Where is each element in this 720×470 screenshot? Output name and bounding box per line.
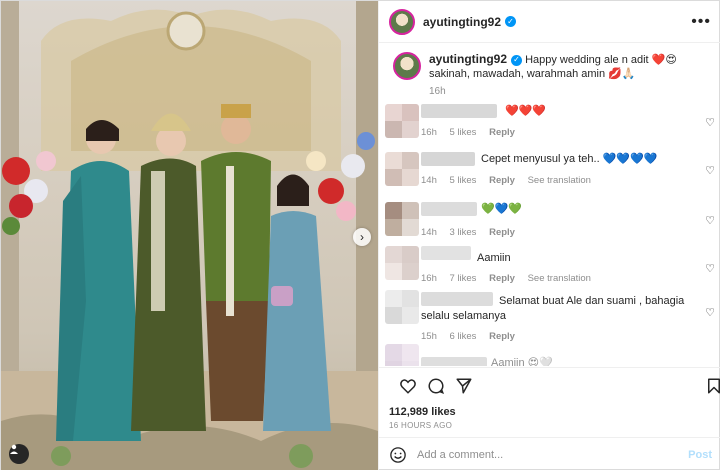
commenter-username-blurred[interactable] <box>421 246 471 260</box>
add-comment-bar: Post <box>379 437 720 470</box>
comment-meta: 14h 5 likes Reply See translation <box>421 175 601 186</box>
comment-text: Aamiin <box>477 252 511 264</box>
comments-list[interactable]: ayutingting92 ✓ Happy wedding ale n adit … <box>379 44 720 366</box>
like-comment-heart-icon[interactable]: ♡ <box>705 262 715 275</box>
comment-item: 💚💙💚 14h 3 likes Reply ♡ <box>385 202 715 242</box>
commenter-avatar-blurred[interactable] <box>385 104 419 138</box>
comment-likes[interactable]: 3 likes <box>450 227 477 238</box>
reply-button[interactable]: Reply <box>489 273 515 284</box>
comment-text: Selamat buat Ale dan suami , bahagia sel… <box>421 295 685 322</box>
author-avatar[interactable] <box>389 8 415 35</box>
commenter-username-blurred[interactable] <box>421 152 475 166</box>
comment-text: 💚💙💚 <box>481 203 523 215</box>
author-username[interactable]: ayutingting92 <box>423 15 501 29</box>
user-icon <box>10 444 18 454</box>
comment-likes[interactable]: 5 likes <box>450 127 477 138</box>
share-send-icon[interactable] <box>455 377 473 395</box>
post-header: ayutingting92 ✓ ••• <box>379 1 720 43</box>
comment-text: Aamiin 😍🤍 <box>491 357 553 366</box>
like-comment-heart-icon[interactable]: ♡ <box>705 116 715 129</box>
like-comment-heart-icon[interactable]: ♡ <box>705 214 715 227</box>
post-actions: 112,989 likes 16 HOURS AGO <box>379 367 720 437</box>
reply-button[interactable]: Reply <box>489 175 515 186</box>
see-translation-link[interactable]: See translation <box>528 175 591 186</box>
comment-text: ❤️❤️❤️ <box>505 105 547 117</box>
post-time-ago: 16 HOURS AGO <box>389 421 453 430</box>
comment-item: Selamat buat Ale dan suami , bahagia sel… <box>385 290 715 348</box>
comment-item: Aamiin 16h 7 likes Reply See translation… <box>385 246 715 286</box>
like-heart-icon[interactable] <box>399 377 417 395</box>
wedding-photo-illustration <box>1 1 378 470</box>
post-comment-button[interactable]: Post <box>688 449 712 461</box>
comment-time: 16h <box>421 273 437 284</box>
likes-count[interactable]: 112,989 likes <box>389 406 456 418</box>
caption-timestamp: 16h <box>429 86 446 97</box>
commenter-avatar-blurred[interactable] <box>385 344 419 366</box>
verified-badge-icon: ✓ <box>505 16 517 27</box>
reply-button[interactable]: Reply <box>489 331 515 342</box>
commenter-username-blurred[interactable] <box>421 104 497 118</box>
commenter-username-blurred[interactable] <box>421 202 477 216</box>
post-side-panel: ayutingting92 ✓ ••• ayutingting92 ✓ Happy… <box>378 1 720 470</box>
comment-time: 14h <box>421 227 437 238</box>
caption-author-avatar[interactable] <box>393 52 421 80</box>
commenter-avatar-blurred[interactable] <box>385 152 419 186</box>
reply-button[interactable]: Reply <box>489 227 515 238</box>
comment-likes[interactable]: 5 likes <box>450 175 477 186</box>
comment-meta: 16h 5 likes Reply <box>421 127 525 138</box>
commenter-avatar-blurred[interactable] <box>385 202 419 236</box>
add-comment-input[interactable] <box>417 448 667 461</box>
caption-username[interactable]: ayutingting92 <box>429 52 507 66</box>
comment-likes[interactable]: 6 likes <box>450 331 477 342</box>
comment-item: Aamiin 😍🤍 <box>385 344 715 366</box>
emoji-smiley-icon[interactable] <box>389 446 407 464</box>
post-dialog: › ayutingting92 ✓ ••• ayutingting92 ✓ Hap… <box>0 0 720 470</box>
comment-likes[interactable]: 7 likes <box>450 273 477 284</box>
see-translation-link[interactable]: See translation <box>528 273 591 284</box>
post-caption: ayutingting92 ✓ Happy wedding ale n adit … <box>387 44 714 99</box>
commenter-avatar-blurred[interactable] <box>385 290 419 324</box>
post-photo[interactable]: › <box>1 1 378 470</box>
like-comment-heart-icon[interactable]: ♡ <box>705 306 715 319</box>
tagged-users-button[interactable] <box>9 444 29 464</box>
commenter-avatar-blurred[interactable] <box>385 246 419 280</box>
comment-time: 16h <box>421 127 437 138</box>
carousel-next-button[interactable]: › <box>353 228 371 246</box>
reply-button[interactable]: Reply <box>489 127 515 138</box>
comment-item: ❤️❤️❤️ 16h 5 likes Reply ♡ <box>385 104 715 144</box>
comment-text: Cepet menyusul ya teh.. 💙💙💙💙 <box>481 153 658 165</box>
save-bookmark-icon[interactable] <box>705 377 720 395</box>
comment-time: 15h <box>421 331 437 342</box>
comment-meta: 15h 6 likes Reply <box>421 331 525 342</box>
comment-time: 14h <box>421 175 437 186</box>
more-options-icon[interactable]: ••• <box>691 13 711 31</box>
verified-badge-icon: ✓ <box>511 54 523 66</box>
comment-meta: 14h 3 likes Reply <box>421 227 525 238</box>
comment-item: Cepet menyusul ya teh.. 💙💙💙💙 14h 5 likes… <box>385 152 715 192</box>
commenter-username-blurred[interactable] <box>421 357 487 366</box>
like-comment-heart-icon[interactable]: ♡ <box>705 164 715 177</box>
comment-bubble-icon[interactable] <box>427 377 445 395</box>
comment-meta: 16h 7 likes Reply See translation <box>421 273 601 284</box>
